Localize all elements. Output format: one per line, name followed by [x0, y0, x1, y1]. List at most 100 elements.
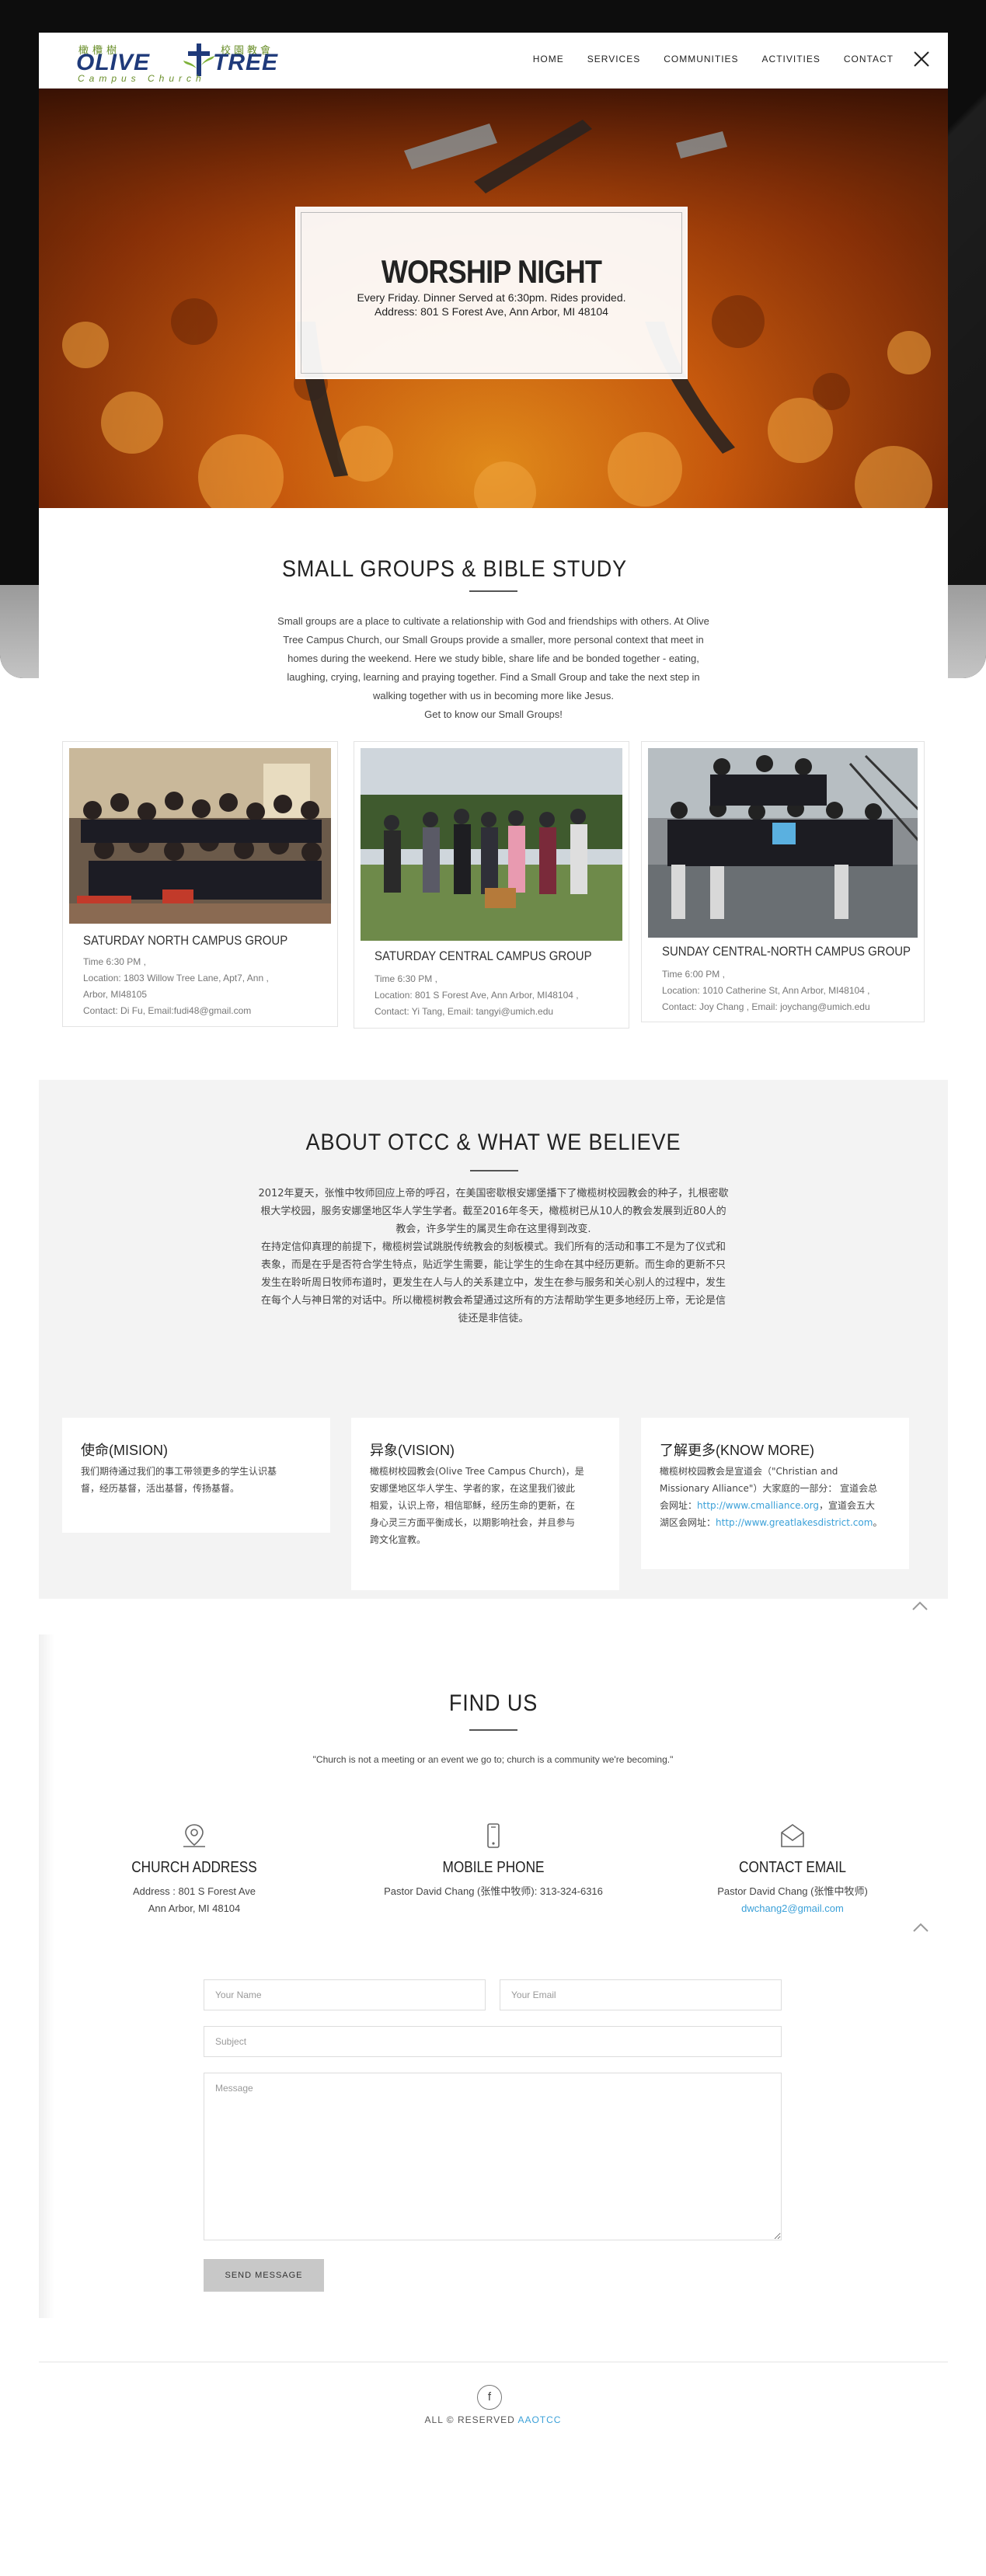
about-line: 表象，而是在乎是否符合学生特点，贴近学生需要，能让学生的生命在其中经历更新。而生…: [260, 1259, 726, 1271]
know-more-line: Missionary Alliance"）大家庭的一部分： 宣道会总: [660, 1483, 878, 1494]
about-section: ABOUT OTCC & WHAT WE BELIEVE 2012年夏天，张惟中…: [39, 1080, 948, 1610]
map-pin-icon: [183, 1824, 205, 1847]
group-contact: Contact: Di Fu, Email:fudi48@gmail.com: [83, 1005, 252, 1016]
about-description: 2012年夏天，张惟中牧师回应上帝的呼召，在美国密歇根安娜堡播下了橄榄树校园教会…: [225, 1185, 761, 1328]
vision-line: 相爱，认识上帝，相信耶稣，经历生命的更新，在: [370, 1500, 576, 1511]
group-title: SUNDAY CENTRAL-NORTH CAMPUS GROUP: [662, 944, 911, 959]
event-title: WORSHIP NIGHT: [381, 253, 602, 290]
nav-activities[interactable]: ACTIVITIES: [762, 54, 821, 64]
mission-line: 我们期待通过我们的事工带领更多的学生认识基: [81, 1466, 277, 1477]
scroll-up-icon[interactable]: [912, 1922, 929, 1933]
footer-copyright: ALL © RESERVED AAOTCC: [0, 2414, 986, 2425]
group-contact: Contact: Yi Tang, Email: tangyi@umich.ed…: [375, 1006, 554, 1017]
mobile-phone-number: Pastor David Chang (张惟中牧师): 313-324-6316: [384, 1885, 603, 1897]
group-photo-image: [648, 748, 918, 938]
about-line: 教会，许多学生的属灵生命在这里得到改变.: [395, 1224, 591, 1235]
vision-text: 橄榄树校园教会(Olive Tree Campus Church)，是 安娜堡地…: [370, 1463, 602, 1548]
know-more-line: ，宣道会五大: [819, 1500, 876, 1511]
mission-line: 督，经历基督，活出基督，传扬基督。: [81, 1483, 240, 1494]
aaotcc-link[interactable]: AAOTCC: [517, 2414, 561, 2425]
title-divider: [470, 1170, 518, 1171]
church-address-line2: Ann Arbor, MI 48104: [148, 1902, 241, 1914]
vision-card: 异象(VISION) 橄榄树校园教会(Olive Tree Campus Chu…: [351, 1418, 619, 1590]
vision-line: 安娜堡地区华人学生、学者的家，在这里我们彼此: [370, 1483, 576, 1494]
description-line: Small groups are a place to cultivate a …: [277, 615, 709, 627]
church-address-line1: Address : 801 S Forest Ave: [132, 1885, 256, 1897]
group-time: Time 6:00 PM ,: [662, 969, 725, 980]
name-input[interactable]: [204, 1979, 486, 2010]
mobile-phone-icon: [487, 1823, 500, 1848]
logo-word-tree: TREE: [213, 50, 279, 75]
facebook-icon[interactable]: f: [477, 2385, 502, 2410]
group-photo-image: [361, 748, 622, 941]
send-message-button[interactable]: SEND MESSAGE: [204, 2259, 324, 2292]
group-time: Time 6:30 PM ,: [375, 973, 437, 984]
contact-email-name: Pastor David Chang (张惟中牧师): [717, 1885, 868, 1897]
know-more-line: 会网址：: [660, 1500, 698, 1511]
nav-services[interactable]: SERVICES: [587, 54, 640, 64]
about-title: ABOUT OTCC & WHAT WE BELIEVE: [305, 1130, 681, 1155]
contact-email-link[interactable]: dwchang2@gmail.com: [653, 1900, 932, 1917]
church-address-title: CHURCH ADDRESS: [131, 1859, 257, 1876]
group-card-north[interactable]: SATURDAY NORTH CAMPUS GROUP Time 6:30 PM…: [62, 741, 338, 1027]
group-location-line2: Arbor, MI48105: [83, 989, 148, 1000]
title-divider: [469, 590, 517, 592]
vision-title: 异象(VISION): [370, 1443, 455, 1458]
group-contact: Contact: Joy Chang , Email: joychang@umi…: [662, 1001, 870, 1012]
nav-contact[interactable]: CONTACT: [844, 54, 894, 64]
description-line: laughing, crying, learning and praying t…: [287, 671, 700, 683]
group-photo: [361, 748, 622, 941]
mission-text: 我们期待通过我们的事工带领更多的学生认识基 督，经历基督，活出基督，传扬基督。: [81, 1463, 313, 1497]
contact-email-title: CONTACT EMAIL: [739, 1859, 846, 1876]
cmalliance-link[interactable]: http://www.cmalliance.org: [697, 1500, 819, 1511]
know-more-title: 了解更多(KNOW MORE): [660, 1443, 814, 1458]
description-line: homes during the weekend. Here we study …: [287, 653, 699, 664]
copyright-text: ALL © RESERVED: [424, 2414, 515, 2425]
main-nav: HOME SERVICES COMMUNITIES ACTIVITIES CON…: [533, 54, 894, 64]
about-line: 2012年夏天，张惟中牧师回应上帝的呼召，在美国密歇根安娜堡播下了橄榄树校园教会…: [258, 1188, 729, 1199]
group-title: SATURDAY CENTRAL CAMPUS GROUP: [375, 949, 592, 963]
group-photo: [69, 748, 331, 924]
logo-word-olive: OLIVE: [76, 50, 151, 75]
mission-title: 使命(MISION): [81, 1443, 168, 1458]
description-line: Tree Campus Church, our Small Groups pro…: [283, 634, 704, 646]
scroll-up-icon[interactable]: [911, 1600, 929, 1611]
close-icon[interactable]: [912, 50, 931, 68]
logo-subtitle: Campus Church: [78, 73, 206, 84]
site-logo[interactable]: 橄欖樹 校園教會 OLIVE TREE Campus Church: [76, 42, 309, 84]
group-details: Time 6:00 PM , Location: 1010 Catherine …: [662, 966, 870, 1015]
about-line: 根大学校园，服务安娜堡地区华人学生学者。截至2016年冬天，橄榄树已从10人的教…: [260, 1206, 726, 1217]
group-card-central[interactable]: SATURDAY CENTRAL CAMPUS GROUP Time 6:30 …: [354, 741, 629, 1029]
group-location: Location: 801 S Forest Ave, Ann Arbor, M…: [375, 990, 579, 1001]
description-line: Get to know our Small Groups!: [424, 708, 563, 720]
message-textarea[interactable]: [204, 2073, 782, 2240]
mobile-phone-title: MOBILE PHONE: [442, 1859, 545, 1876]
vision-line: 跨文化宣教。: [370, 1534, 427, 1545]
section-edge-shadow: [39, 1634, 54, 2318]
event-card: WORSHIP NIGHT Every Friday. Dinner Serve…: [295, 207, 688, 379]
about-line: 在持定信仰真理的前提下，橄榄树尝试跳脱传统教会的刻板模式。我们所有的活动和事工不…: [260, 1241, 726, 1253]
nav-communities[interactable]: COMMUNITIES: [664, 54, 738, 64]
group-card-central-north[interactable]: SUNDAY CENTRAL-NORTH CAMPUS GROUP Time 6…: [641, 741, 925, 1022]
vision-line: 橄榄树校园教会(Olive Tree Campus Church)，是: [370, 1466, 584, 1477]
find-us-title: FIND US: [448, 1690, 538, 1716]
envelope-icon: [781, 1824, 804, 1847]
email-input[interactable]: [500, 1979, 782, 2010]
small-groups-description: Small groups are a place to cultivate a …: [264, 612, 723, 724]
about-line: 徒还是非信徒。: [458, 1313, 529, 1325]
title-divider: [469, 1729, 517, 1731]
event-schedule: Every Friday. Dinner Served at 6:30pm. R…: [357, 291, 626, 304]
about-line: 发生在聆听周日牧师布道时，更发生在人与人的关系建立中，发生在参与服务和关心别人的…: [260, 1277, 726, 1289]
find-us-quote: "Church is not a meeting or an event we …: [312, 1754, 674, 1765]
description-line: walking together with us in becoming mor…: [373, 690, 614, 701]
group-location: Location: 1010 Catherine St, Ann Arbor, …: [662, 985, 870, 996]
group-title: SATURDAY NORTH CAMPUS GROUP: [83, 933, 288, 948]
subject-input[interactable]: [204, 2026, 782, 2057]
event-address: Address: 801 S Forest Ave, Ann Arbor, MI…: [375, 305, 608, 318]
greatlakes-link[interactable]: http://www.greatlakesdistrict.com: [716, 1517, 873, 1528]
hero-banner: WORSHIP NIGHT Every Friday. Dinner Serve…: [39, 89, 948, 508]
nav-home[interactable]: HOME: [533, 54, 564, 64]
group-details: Time 6:30 PM , Location: 1803 Willow Tre…: [83, 954, 269, 1019]
mission-card: 使命(MISION) 我们期待通过我们的事工带领更多的学生认识基 督，经历基督，…: [62, 1418, 330, 1533]
group-details: Time 6:30 PM , Location: 801 S Forest Av…: [375, 971, 579, 1020]
